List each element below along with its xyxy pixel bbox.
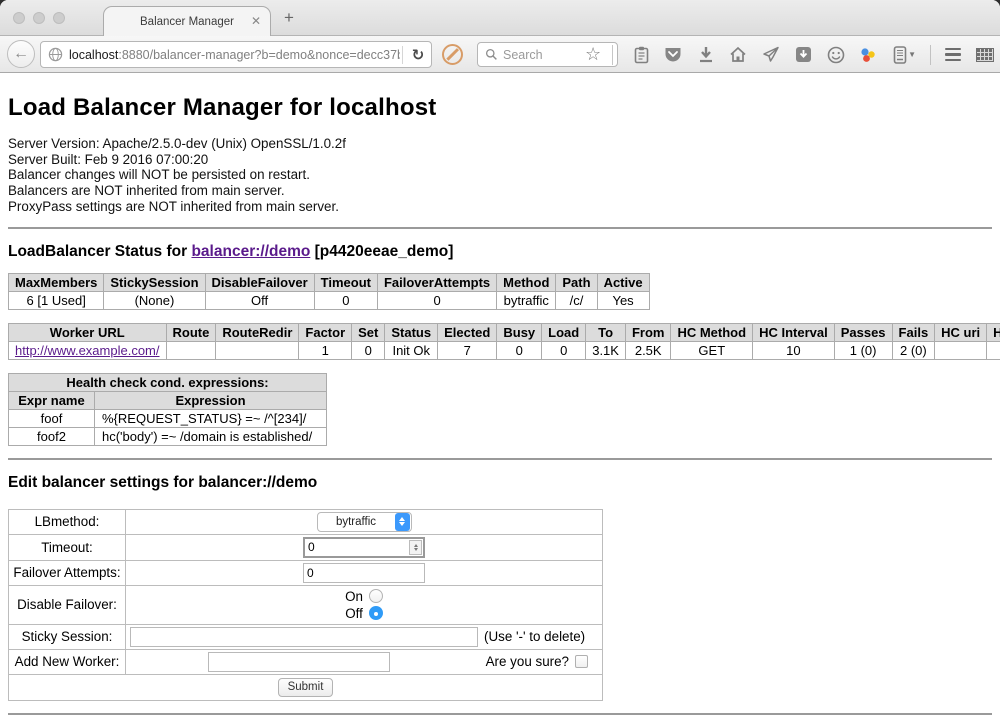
radio-on-label: On: [345, 589, 363, 604]
edit-balancer-form: LBmethod: bytraffic Timeout:: [8, 509, 603, 701]
edit-settings-heading: Edit balancer settings for balancer://de…: [8, 474, 992, 492]
device-icon[interactable]: ▼: [890, 44, 920, 66]
zoom-window-button[interactable]: [53, 12, 65, 24]
table-row: foof %{REQUEST_STATUS} =~ /^[234]/: [9, 409, 327, 427]
failover-attempts-input[interactable]: [303, 563, 425, 583]
failover-attempts-label: Failover Attempts:: [9, 560, 126, 585]
url-domain: localhost: [69, 48, 118, 62]
proxypass-note-line: ProxyPass settings are NOT inherited fro…: [8, 199, 992, 215]
sticky-session-input[interactable]: [130, 627, 478, 647]
timeout-label: Timeout:: [9, 534, 126, 560]
save-to-pocket-icon[interactable]: [792, 44, 814, 66]
balancer-status-table: MaxMembers StickySession DisableFailover…: [8, 273, 650, 310]
window-controls: [13, 12, 65, 24]
home-icon[interactable]: [727, 44, 749, 66]
table-row: http://www.example.com/ 1 0 Init Ok 7 0 …: [9, 341, 1000, 359]
select-stepper-icon: [395, 513, 410, 531]
tab-bar: Balancer Manager ✕ +: [0, 0, 1000, 36]
clipboard-icon[interactable]: [630, 44, 652, 66]
color-dots-icon[interactable]: [857, 44, 879, 66]
disable-failover-label: Disable Failover:: [9, 585, 126, 624]
lbmethod-label: LBmethod:: [9, 509, 126, 534]
table-header-row: Expr name Expression: [9, 391, 327, 409]
add-worker-row: Add New Worker: Are you sure?: [9, 649, 603, 674]
lbmethod-select[interactable]: bytraffic: [317, 512, 412, 532]
submit-button[interactable]: Submit: [278, 678, 334, 697]
menu-icon[interactable]: [942, 44, 964, 66]
new-tab-button[interactable]: +: [284, 10, 294, 26]
sticky-session-row: Sticky Session: (Use '-' to delete): [9, 624, 603, 649]
sticky-session-label: Sticky Session:: [9, 624, 126, 649]
are-you-sure-label: Are you sure?: [486, 654, 569, 669]
submit-row: Submit: [9, 674, 603, 700]
server-built-line: Server Built: Feb 9 2016 07:00:20: [8, 152, 992, 168]
worker-status-table: Worker URL Route RouteRedir Factor Set S…: [8, 323, 1000, 360]
page-title: Load Balancer Manager for localhost: [8, 73, 992, 122]
page-content: Load Balancer Manager for localhost Serv…: [0, 73, 1000, 727]
number-spinner-icon[interactable]: [409, 540, 422, 555]
table-header-row: MaxMembers StickySession DisableFailover…: [9, 273, 650, 291]
nav-toolbar: ← localhost:8880/balancer-manager?b=demo…: [0, 36, 1000, 73]
bookmark-star-icon[interactable]: ☆: [585, 44, 601, 65]
close-window-button[interactable]: [13, 12, 25, 24]
divider: [8, 227, 992, 229]
are-you-sure-checkbox[interactable]: [575, 655, 588, 668]
reload-icon[interactable]: ↻: [405, 46, 431, 64]
smiley-icon[interactable]: [825, 44, 847, 66]
disable-failover-row: Disable Failover: On Off: [9, 585, 603, 624]
timeout-input[interactable]: [303, 537, 425, 558]
pocket-icon[interactable]: [662, 44, 684, 66]
table-row: foof2 hc('body') =~ /domain is establish…: [9, 427, 327, 445]
add-worker-input[interactable]: [208, 652, 390, 672]
url-path: :8880/balancer-manager?b=demo&nonce=decc…: [118, 48, 400, 62]
browser-window: Balancer Manager ✕ + ← localhost:8880/ba…: [0, 0, 1000, 728]
health-check-table: Health check cond. expressions: Expr nam…: [8, 373, 327, 446]
radio-off-label: Off: [345, 606, 363, 621]
back-button[interactable]: ←: [7, 40, 35, 68]
balancer-status-heading: LoadBalancer Status for balancer://demo …: [8, 243, 992, 261]
tab-close-icon[interactable]: ✕: [251, 15, 261, 27]
minimize-window-button[interactable]: [33, 12, 45, 24]
download-icon[interactable]: [695, 44, 717, 66]
radio-off[interactable]: [369, 606, 383, 620]
table-title-row: Health check cond. expressions:: [9, 373, 327, 391]
tab-balancer-manager[interactable]: Balancer Manager ✕: [103, 6, 271, 36]
divider: [8, 713, 992, 715]
search-icon: [485, 48, 498, 61]
server-info: Server Version: Apache/2.5.0-dev (Unix) …: [8, 136, 992, 215]
worker-url-link[interactable]: http://www.example.com/: [15, 343, 160, 358]
radio-on[interactable]: [369, 589, 383, 603]
grid-icon[interactable]: [974, 44, 996, 66]
url-bar[interactable]: localhost:8880/balancer-manager?b=demo&n…: [40, 41, 432, 68]
failover-attempts-row: Failover Attempts:: [9, 560, 603, 585]
server-version-line: Server Version: Apache/2.5.0-dev (Unix) …: [8, 136, 992, 152]
table-header-row: Worker URL Route RouteRedir Factor Set S…: [9, 323, 1000, 341]
table-row: 6 [1 Used] (None) Off 0 0 bytraffic /c/ …: [9, 291, 650, 309]
timeout-row: Timeout:: [9, 534, 603, 560]
toolbar-icons: ▼: [630, 36, 996, 73]
chevron-down-icon[interactable]: ▼: [908, 50, 916, 59]
sticky-delete-note: (Use '-' to delete): [484, 629, 585, 644]
lbmethod-row: LBmethod: bytraffic: [9, 509, 603, 534]
inherit-note-line: Balancers are NOT inherited from main se…: [8, 183, 992, 199]
url-text[interactable]: localhost:8880/balancer-manager?b=demo&n…: [69, 48, 400, 62]
globe-icon: [48, 47, 63, 62]
add-worker-label: Add New Worker:: [9, 649, 126, 674]
content-blocked-icon[interactable]: [442, 44, 463, 65]
divider: [8, 458, 992, 460]
balancer-demo-link[interactable]: balancer://demo: [191, 243, 310, 260]
persist-note-line: Balancer changes will NOT be persisted o…: [8, 167, 992, 183]
tab-title: Balancer Manager: [140, 16, 234, 28]
send-icon[interactable]: [760, 44, 782, 66]
